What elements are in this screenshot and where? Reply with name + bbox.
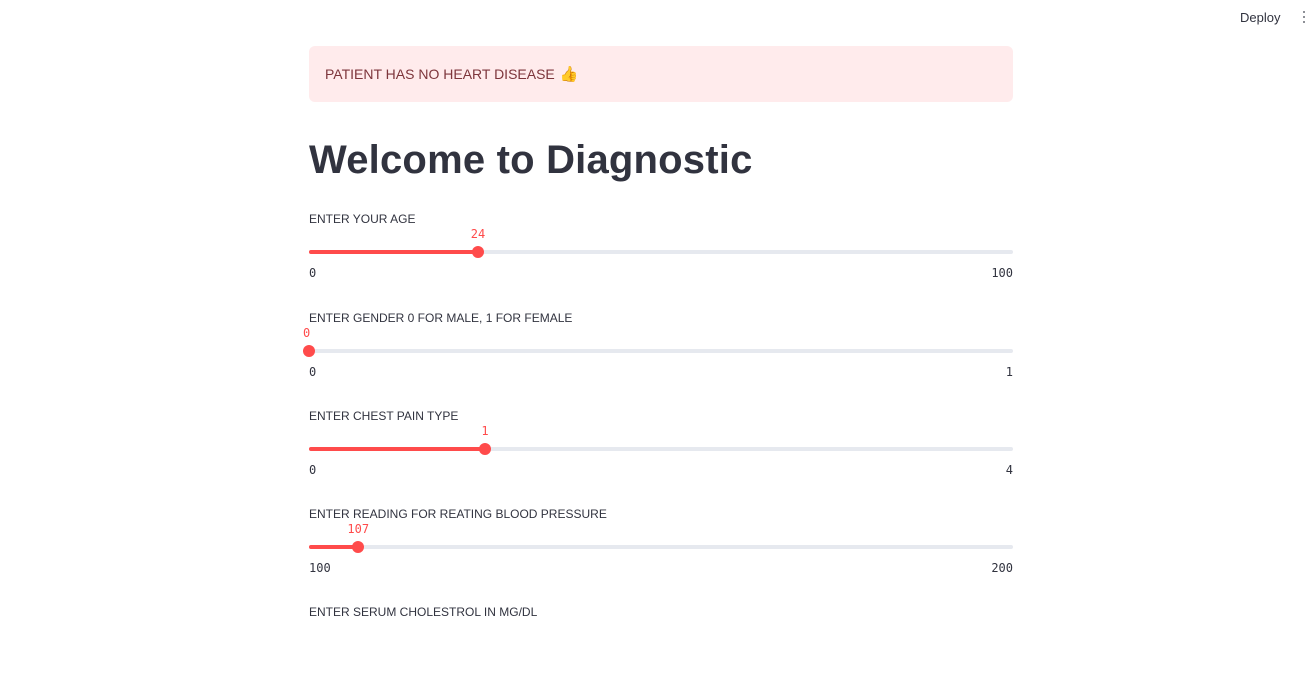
slider-fill — [309, 447, 485, 451]
slider-max: 200 — [991, 561, 1013, 575]
top-toolbar: Deploy — [0, 0, 1308, 36]
slider-label: ENTER CHEST PAIN TYPE — [309, 409, 459, 423]
blood-pressure-slider-block: ENTER READING FOR REATING BLOOD PRESSURE… — [309, 507, 1013, 587]
slider-label: ENTER GENDER 0 FOR MALE, 1 FOR FEMALE — [309, 311, 573, 325]
slider-value: 24 — [470, 227, 486, 241]
slider-max: 4 — [1005, 463, 1013, 477]
slider-label: ENTER SERUM CHOLESTROL IN MG/DL — [309, 605, 538, 619]
slider-track[interactable] — [309, 246, 1013, 258]
result-alert: PATIENT HAS NO HEART DISEASE 👍 — [309, 46, 1013, 102]
slider-max: 100 — [991, 266, 1013, 280]
slider-value: 107 — [347, 522, 370, 536]
deploy-button[interactable]: Deploy — [1232, 9, 1288, 26]
thumbs-up-icon: 👍 — [559, 66, 579, 83]
slider-track[interactable] — [309, 541, 1013, 553]
slider-min: 100 — [309, 561, 331, 575]
slider-handle[interactable] — [303, 345, 315, 357]
slider-min: 0 — [309, 365, 317, 379]
slider-handle[interactable] — [471, 246, 484, 258]
result-alert-text: PATIENT HAS NO HEART DISEASE — [325, 66, 555, 82]
kebab-menu-icon[interactable] — [1298, 7, 1308, 27]
slider-value: 0 — [303, 326, 311, 340]
slider-value: 1 — [481, 424, 489, 438]
slider-handle[interactable] — [352, 541, 365, 553]
gender-slider-block: ENTER GENDER 0 FOR MALE, 1 FOR FEMALE 0 … — [303, 311, 1013, 391]
slider-fill — [309, 250, 478, 254]
cholesterol-slider-block: ENTER SERUM CHOLESTROL IN MG/DL — [309, 605, 1013, 685]
slider-label: ENTER YOUR AGE — [309, 212, 416, 226]
slider-track[interactable] — [303, 345, 1013, 357]
page-title: Welcome to Diagnostic — [309, 138, 753, 182]
slider-label: ENTER READING FOR REATING BLOOD PRESSURE — [309, 507, 607, 521]
slider-track[interactable] — [309, 443, 1013, 455]
slider-max: 1 — [1005, 365, 1013, 379]
slider-min: 0 — [309, 463, 317, 477]
slider-fill — [309, 545, 359, 549]
slider-handle[interactable] — [479, 443, 491, 455]
chest-pain-slider-block: ENTER CHEST PAIN TYPE 1 0 4 — [309, 409, 1013, 489]
slider-min: 0 — [309, 266, 317, 280]
age-slider-block: ENTER YOUR AGE 24 0 100 — [309, 212, 1013, 292]
